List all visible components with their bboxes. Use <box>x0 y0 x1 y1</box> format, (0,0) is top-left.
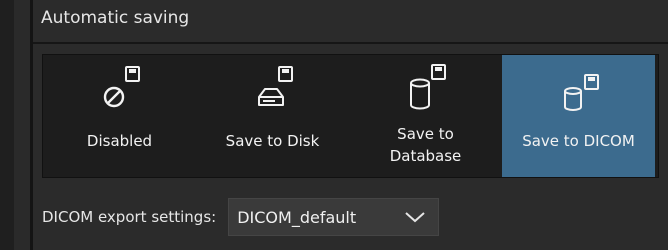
section-title: Automatic saving <box>41 8 190 28</box>
option-label: Disabled <box>86 132 153 150</box>
dicom-database-icon <box>563 74 599 111</box>
option-label: Save to Database <box>349 123 502 167</box>
option-label: Save to DICOM <box>522 132 635 150</box>
export-settings-label: DICOM export settings: <box>42 208 217 226</box>
disabled-icon <box>103 66 140 108</box>
left-sidebar-strip <box>0 0 14 250</box>
chevron-down-icon <box>405 212 425 223</box>
option-save-to-dicom[interactable]: Save to DICOM <box>502 55 655 177</box>
dicom-export-settings-row: DICOM export settings: DICOM_default <box>42 197 440 237</box>
save-mode-options: Disabled Save to Disk Save to Database S… <box>42 54 659 178</box>
option-label: Save to Disk <box>225 132 320 150</box>
section-divider <box>33 42 668 44</box>
option-save-to-disk[interactable]: Save to Disk <box>196 55 349 177</box>
automatic-saving-panel: Automatic saving Disabled Save to Disk S… <box>33 0 668 250</box>
database-icon <box>409 64 446 110</box>
dropdown-value: DICOM_default <box>237 207 357 227</box>
disk-icon <box>257 66 293 106</box>
export-settings-dropdown[interactable]: DICOM_default <box>228 198 440 236</box>
option-disabled[interactable]: Disabled <box>43 55 196 177</box>
option-save-to-database[interactable]: Save to Database <box>349 55 502 177</box>
option-label-text: Save to Database <box>389 125 462 165</box>
